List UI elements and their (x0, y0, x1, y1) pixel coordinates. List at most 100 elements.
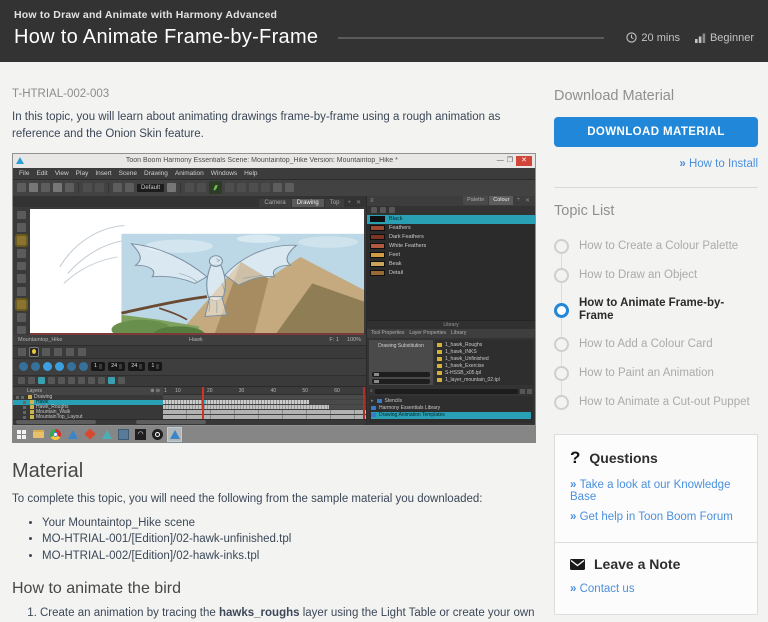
loop-counter: 1 (148, 362, 162, 371)
export-icon (53, 183, 62, 192)
eraser-tool-icon (17, 262, 26, 271)
timeline-frames: 1102030405060 (163, 387, 366, 419)
howto-heading: How to animate the bird (12, 580, 540, 598)
topic-item-draw-object[interactable]: How to Draw an Object (554, 261, 758, 290)
start-button-icon (15, 428, 28, 441)
step-circle-icon (554, 337, 569, 352)
material-intro: To complete this topic, you will need th… (12, 491, 540, 508)
how-to-install-link[interactable]: How to Install (554, 158, 758, 170)
level-label: Beginner (710, 32, 754, 44)
menu-view: View (55, 170, 69, 177)
material-item: MO-HTRIAL-002/[Edition]/02-hawk-inks.tpl (42, 548, 540, 565)
double-chevron-icon (570, 479, 580, 491)
status-scene: Mountaintop_Hike (18, 337, 62, 343)
material-item: MO-HTRIAL-001/[Edition]/02-hawk-unfinish… (42, 531, 540, 548)
colour-swatch (370, 225, 385, 231)
onion-range-icon (108, 377, 115, 384)
folder-icon (437, 371, 442, 375)
sidebar: Download Material DOWNLOAD MATERIAL How … (554, 88, 758, 622)
status-zoom: 100% (347, 337, 361, 343)
tab-top: Top (325, 199, 345, 207)
library-tree-item: Harmony Essentials Library (371, 405, 531, 412)
step-circle-icon (554, 268, 569, 283)
windows-taskbar: ◠ (12, 426, 536, 443)
timeline-scrollbar (13, 419, 366, 425)
duplicate-icon (48, 377, 55, 384)
leave-note-heading: Leave a Note (594, 556, 680, 572)
playback-toolbar: 1 24 24 1 (13, 358, 366, 375)
topic-intro: In this topic, you will learn about anim… (12, 109, 540, 144)
harmony-app-icon (16, 157, 24, 164)
step-circle-active-icon (554, 303, 569, 318)
zoom-tool-icon (17, 313, 26, 322)
tab-layer-properties: Layer Properties (409, 330, 446, 336)
panel-menu-icon: ≡ (370, 198, 374, 204)
topic-item-cutout-puppet[interactable]: How to Animate a Cut-out Puppet (554, 388, 758, 417)
status-layer: Hawk (189, 337, 203, 343)
page-title: How to Animate Frame-by-Frame (14, 26, 318, 49)
dropper-tool-icon (17, 287, 26, 296)
topic-list-heading: Topic List (554, 203, 758, 219)
pencil-tool-icon (17, 249, 26, 258)
menu-insert: Insert (95, 170, 111, 177)
material-list: Your Mountaintop_Hike scene MO-HTRIAL-00… (42, 515, 540, 565)
save-icon (41, 183, 50, 192)
topic-item-colour-card[interactable]: How to Add a Colour Card (554, 330, 758, 359)
tab-add-icon: + (345, 199, 353, 207)
add-colour-icon (371, 207, 377, 213)
steps-list: Create an animation by tracing the hawks… (40, 605, 540, 622)
page: How to Draw and Animate with Harmony Adv… (0, 0, 768, 622)
colour-panel-header: ≡ Palette Colour + ✕ (367, 196, 535, 206)
swatch-row: Detail (367, 269, 535, 278)
drawing-substitution-box: Drawing Substitution (369, 340, 433, 385)
library-tree: ▸Stencils Harmony Essentials Library Dra… (369, 396, 533, 423)
template-item: 1_hawk_INKS (437, 349, 531, 356)
menu-windows: Windows (211, 170, 237, 177)
sidebar-divider (554, 187, 758, 188)
topic-item-paint-animation[interactable]: How to Paint an Animation (554, 359, 758, 388)
line-icon (261, 183, 270, 192)
template-item: 1_hawk_Unfinished (437, 356, 531, 363)
forum-link[interactable]: Get help in Toon Boom Forum (570, 511, 742, 523)
collapse-icon (118, 377, 125, 384)
duration-label: 20 mins (641, 32, 680, 44)
main-column: T-HTRIAL-002-003 In this topic, you will… (12, 88, 540, 622)
library-tree-item: ▸Stencils (371, 398, 531, 405)
panel-add-icon: + (514, 196, 522, 205)
prev-frame-icon (31, 362, 40, 371)
harmony-shortcut-icon (66, 428, 79, 441)
storyboard-icon (100, 428, 113, 441)
frame-row (163, 415, 366, 419)
swatch-row: Beak (367, 260, 535, 269)
show-hide-icon (88, 377, 95, 384)
template-item: 1_layer_mountain_02.tpl (437, 377, 531, 384)
restore-icon: ❐ (507, 157, 513, 164)
paint-tool-icon (17, 274, 26, 283)
breadcrumb[interactable]: How to Draw and Animate with Harmony Adv… (14, 9, 754, 21)
double-chevron-icon (570, 583, 580, 595)
material-heading: Material (12, 460, 540, 483)
properties-tabs: Tool Properties Layer Properties Library (367, 329, 535, 338)
stop-icon (55, 362, 64, 371)
swatch-row: White Feathers (367, 242, 535, 251)
eraser-icon (237, 183, 246, 192)
tutorial-screenshot: Toon Boom Harmony Essentials Scene: Moun… (12, 153, 536, 443)
playhead (202, 387, 204, 419)
folder-icon (437, 357, 442, 361)
knowledge-base-link[interactable]: Take a look at our Knowledge Base (570, 479, 742, 503)
drawing-canvas (30, 209, 364, 335)
contact-us-link[interactable]: Contact us (570, 583, 742, 595)
download-material-button[interactable]: DOWNLOAD MATERIAL (554, 117, 758, 147)
onion-next-icon (54, 348, 62, 356)
substitution-slider2 (372, 379, 430, 384)
swatch-list: Black Feathers Dark Feathers White Feath… (367, 215, 535, 320)
canvas-artwork (30, 209, 364, 333)
topic-item-animate-frame-by-frame[interactable]: How to Animate Frame-by-Frame (554, 290, 758, 330)
topic-item-colour-palette[interactable]: How to Create a Colour Palette (554, 232, 758, 261)
folder-icon (437, 343, 442, 347)
last-frame-icon (79, 362, 88, 371)
app-square-icon (117, 428, 130, 441)
brush-tool-active-icon (17, 236, 26, 245)
view-tabs: Camera Drawing Top + ✕ (13, 196, 366, 207)
library-panel: Library Tool Properties Layer Properties… (367, 320, 535, 425)
